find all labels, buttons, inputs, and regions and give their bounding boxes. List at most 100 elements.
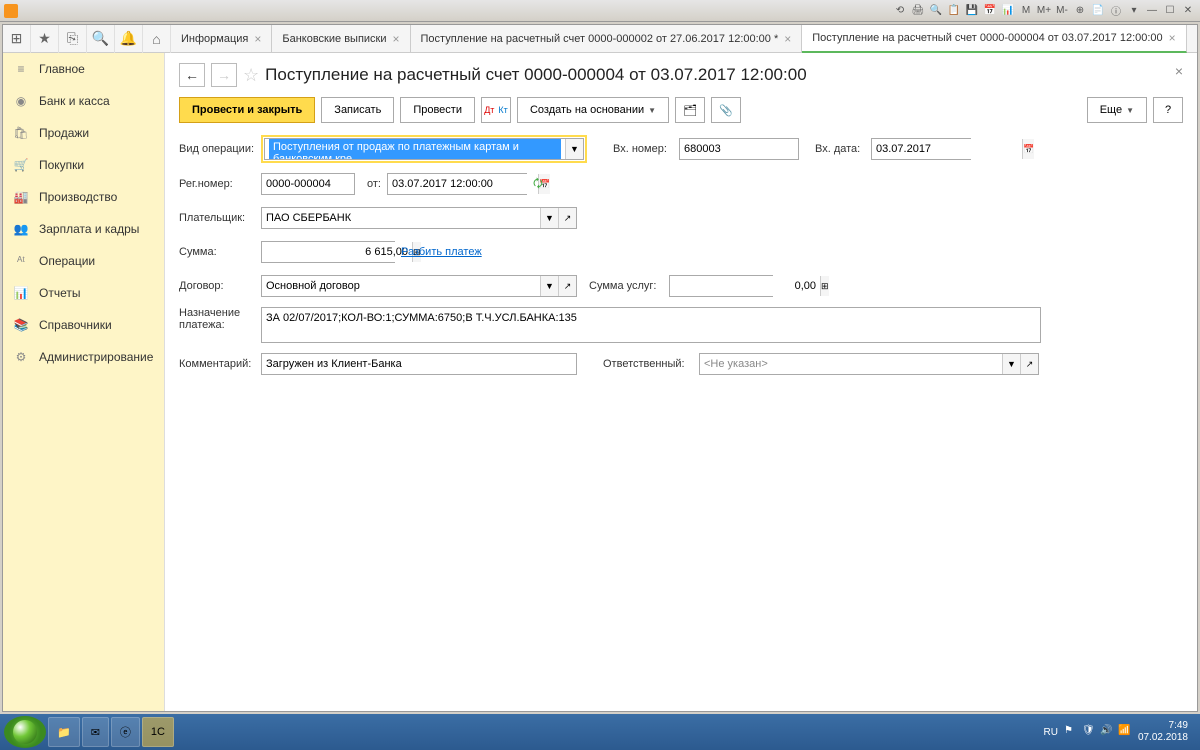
tb-mplus-icon[interactable]: M+	[1036, 3, 1052, 19]
amount-field[interactable]	[262, 242, 412, 262]
help-button[interactable]: ?	[1153, 97, 1183, 123]
responsible-field[interactable]	[700, 354, 1002, 374]
home-icon[interactable]: ⌂	[143, 25, 171, 53]
minimize-icon[interactable]: —	[1144, 3, 1160, 19]
comment-label: Комментарий:	[179, 358, 255, 370]
tab-receipt2[interactable]: Поступление на расчетный счет 0000-00000…	[411, 25, 803, 53]
chevron-down-icon[interactable]: ▼	[540, 276, 558, 296]
tb-calendar-icon[interactable]: 📅	[982, 3, 998, 19]
sidebar-item-purchases[interactable]: 🛒Покупки	[3, 149, 164, 181]
tab-close-icon[interactable]: ×	[784, 32, 791, 46]
open-icon[interactable]: ↗	[558, 208, 576, 228]
lang-indicator[interactable]: RU	[1043, 727, 1057, 738]
sidebar-item-ops[interactable]: ᴬᵗОперации	[3, 245, 164, 277]
task-1c[interactable]: 1C	[142, 717, 174, 747]
star-icon[interactable]: ★	[31, 25, 59, 53]
tb-chart-icon[interactable]: 📊	[1000, 3, 1016, 19]
tray-flag-icon[interactable]: ⚑	[1064, 725, 1078, 739]
tb-drop-icon[interactable]: ▾	[1126, 3, 1142, 19]
task-explorer[interactable]: 📁	[48, 717, 80, 747]
sidebar-item-refs[interactable]: 📚Справочники	[3, 309, 164, 341]
tb-search-icon[interactable]: 🔍	[928, 3, 944, 19]
tb-clipboard-icon[interactable]: 📋	[946, 3, 962, 19]
chevron-down-icon[interactable]: ▼	[565, 139, 583, 159]
sidebar-item-hr[interactable]: 👥Зарплата и кадры	[3, 213, 164, 245]
tb-info-icon[interactable]: ⓘ	[1108, 3, 1124, 19]
tray-shield-icon[interactable]: 🛡	[1082, 725, 1096, 739]
save-button[interactable]: Записать	[321, 97, 394, 123]
bell-icon[interactable]: 🔔	[115, 25, 143, 53]
close-icon[interactable]: ✕	[1180, 3, 1196, 19]
sidebar-item-sales[interactable]: 🛍Продажи	[3, 117, 164, 149]
tray-clock[interactable]: 7:49 07.02.2018	[1138, 720, 1188, 744]
start-button[interactable]	[4, 716, 46, 748]
tb-plus-icon[interactable]: ⊕	[1072, 3, 1088, 19]
service-amount-label: Сумма услуг:	[589, 280, 663, 292]
open-icon[interactable]: ↗	[1020, 354, 1038, 374]
copy-icon[interactable]: ⎘	[59, 25, 87, 53]
dtkt-button[interactable]: ДтКт	[481, 97, 511, 123]
tb-doc-icon[interactable]: 📄	[1090, 3, 1106, 19]
sidebar-item-label: Справочники	[39, 318, 112, 332]
sidebar-item-admin[interactable]: ⚙Администрирование	[3, 341, 164, 373]
tab-close-icon[interactable]: ×	[393, 32, 400, 46]
window-titlebar: ⟲ 🖨 🔍 📋 💾 📅 📊 M M+ M- ⊕ 📄 ⓘ ▾ — ☐ ✕	[0, 0, 1200, 22]
tab-close-icon[interactable]: ×	[254, 32, 261, 46]
comment-field[interactable]	[261, 353, 577, 375]
tb-save-icon[interactable]: 💾	[964, 3, 980, 19]
tb-print-icon[interactable]: 🖨	[910, 3, 926, 19]
sidebar-item-label: Главное	[39, 62, 85, 76]
tab-bank[interactable]: Банковские выписки×	[272, 25, 410, 53]
purpose-field[interactable]: ЗА 02/07/2017;КОЛ-ВО:1;СУММА:6750;В Т.Ч.…	[261, 307, 1041, 343]
chevron-down-icon[interactable]: ▼	[1002, 354, 1020, 374]
tb-mminus-icon[interactable]: M-	[1054, 3, 1070, 19]
calendar-icon[interactable]: 📅	[1022, 139, 1034, 159]
tab-info[interactable]: Информация ×	[171, 25, 272, 53]
tab-close-icon[interactable]: ×	[1169, 31, 1176, 45]
payer-field[interactable]	[262, 208, 540, 228]
nav-back-button[interactable]: ←	[179, 63, 205, 87]
tab-receipt4[interactable]: Поступление на расчетный счет 0000-00000…	[802, 25, 1186, 53]
main-content: × ← → ☆ Поступление на расчетный счет 00…	[165, 53, 1197, 711]
calculator-icon[interactable]: ⊞	[820, 276, 829, 296]
task-ie[interactable]: ⓔ	[111, 717, 140, 747]
tb-refresh-icon[interactable]: ⟲	[892, 3, 908, 19]
create-based-button[interactable]: Создать на основании▼	[517, 97, 669, 123]
sales-icon: 🛍	[13, 125, 29, 141]
contract-field[interactable]	[262, 276, 540, 296]
attach-button[interactable]: 📎	[711, 97, 741, 123]
service-amount-field[interactable]	[670, 276, 820, 296]
tray-volume-icon[interactable]: 🔊	[1100, 725, 1114, 739]
submit-button[interactable]: Провести	[400, 97, 475, 123]
tray-network-icon[interactable]: 📶	[1118, 725, 1132, 739]
close-page-icon[interactable]: ×	[1175, 63, 1183, 79]
maximize-icon[interactable]: ☐	[1162, 3, 1178, 19]
cart-icon: 🛒	[13, 157, 29, 173]
sidebar-item-bank[interactable]: ◉Банк и касса	[3, 85, 164, 117]
task-thunderbird[interactable]: ✉	[82, 717, 109, 747]
sidebar-item-production[interactable]: 🏭Производство	[3, 181, 164, 213]
op-type-field[interactable]: Поступления от продаж по платежным карта…	[265, 139, 565, 159]
sidebar-item-reports[interactable]: 📊Отчеты	[3, 277, 164, 309]
ops-icon: ᴬᵗ	[13, 253, 29, 269]
submit-close-button[interactable]: Провести и закрыть	[179, 97, 315, 123]
open-icon[interactable]: ↗	[558, 276, 576, 296]
split-payment-link[interactable]: Разбить платеж	[401, 246, 482, 258]
tab-label: Информация	[181, 33, 248, 45]
in-date-label: Вх. дата:	[815, 143, 865, 155]
in-number-field[interactable]	[679, 138, 799, 160]
search-icon[interactable]: 🔍	[87, 25, 115, 53]
chevron-down-icon[interactable]: ▼	[540, 208, 558, 228]
structure-button[interactable]: 🗂	[675, 97, 705, 123]
reg-number-field[interactable]	[261, 173, 355, 195]
refresh-icon[interactable]: 🗘	[533, 175, 549, 194]
sidebar-item-main[interactable]: ≡Главное	[3, 53, 164, 85]
apps-icon[interactable]: ⊞	[3, 25, 31, 53]
tb-m-icon[interactable]: M	[1018, 3, 1034, 19]
contract-label: Договор:	[179, 280, 255, 292]
favorite-star-icon[interactable]: ☆	[243, 65, 259, 86]
from-date-field[interactable]	[388, 174, 538, 194]
in-date-field[interactable]	[872, 139, 1022, 159]
nav-forward-button[interactable]: →	[211, 63, 237, 87]
more-button[interactable]: Еще▼	[1087, 97, 1147, 123]
